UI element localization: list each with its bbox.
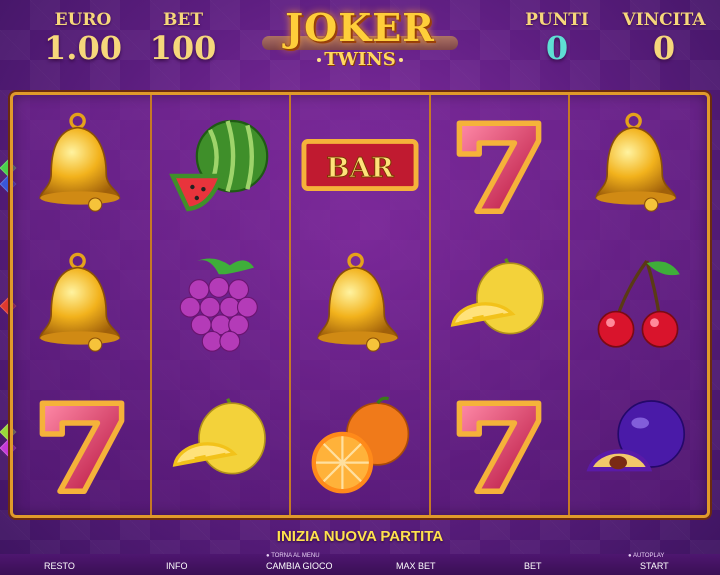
- bell-symbol: [13, 95, 150, 235]
- change-game-button[interactable]: CAMBIA GIOCO: [266, 561, 333, 571]
- vincita-stat: VINCITA 0: [614, 10, 714, 66]
- top-bar: EURO 1.00 BET 100 JOKER TWINS PUNTI 0 VI…: [0, 0, 720, 88]
- reel-2: [152, 95, 292, 515]
- lemon-symbol: [152, 375, 289, 515]
- logo-subtitle: TWINS: [262, 50, 458, 70]
- logo-title: JOKER: [285, 5, 435, 50]
- bottom-bar: RESTO INFO ● TORNA AL MENU CAMBIA GIOCO …: [0, 553, 720, 575]
- bet-button[interactable]: BET: [524, 561, 542, 571]
- euro-stat: EURO 1.00: [38, 10, 128, 66]
- bell-symbol: [13, 235, 150, 375]
- bell-symbol: [570, 95, 707, 235]
- seven-symbol: [431, 375, 568, 515]
- euro-value: 1.00: [44, 29, 122, 67]
- bet-label: BET: [163, 10, 203, 30]
- bell-symbol: [291, 235, 428, 375]
- start-button[interactable]: START: [640, 561, 669, 571]
- punti-label: PUNTI: [525, 10, 589, 30]
- seven-symbol: [13, 375, 150, 515]
- euro-label: EURO: [54, 10, 112, 30]
- game-logo: JOKER TWINS: [262, 6, 458, 82]
- reels[interactable]: BAR: [13, 95, 707, 515]
- cherries-symbol: [570, 235, 707, 375]
- info-button[interactable]: INFO: [166, 561, 188, 571]
- autoplay-button[interactable]: ● AUTOPLAY: [628, 553, 664, 559]
- seven-symbol: [431, 95, 568, 235]
- punti-value: 0: [545, 29, 569, 67]
- vincita-value: 0: [652, 29, 676, 67]
- back-to-menu-button[interactable]: ● TORNA AL MENU: [266, 553, 320, 559]
- reel-3: BAR: [291, 95, 431, 515]
- bet-stat: BET 100: [143, 10, 223, 66]
- lemon-symbol: [431, 235, 568, 375]
- punti-stat: PUNTI 0: [512, 10, 602, 66]
- orange-symbol: [291, 375, 428, 515]
- reel-4: [431, 95, 570, 515]
- svg-text:BAR: BAR: [326, 152, 395, 184]
- grapes-symbol: [152, 235, 289, 375]
- bar-symbol: BAR: [291, 95, 428, 235]
- resto-button[interactable]: RESTO: [44, 561, 75, 571]
- vincita-label: VINCITA: [622, 10, 706, 30]
- reel-1: [13, 95, 153, 515]
- watermelon-symbol: [152, 95, 289, 235]
- start-new-game-banner[interactable]: INIZIA NUOVA PARTITA: [0, 528, 720, 545]
- bet-value: 100: [149, 29, 217, 67]
- max-bet-button[interactable]: MAX BET: [396, 561, 436, 571]
- reel-5: [570, 95, 707, 515]
- reels-frame: BAR: [10, 92, 710, 518]
- plum-symbol: [570, 375, 707, 515]
